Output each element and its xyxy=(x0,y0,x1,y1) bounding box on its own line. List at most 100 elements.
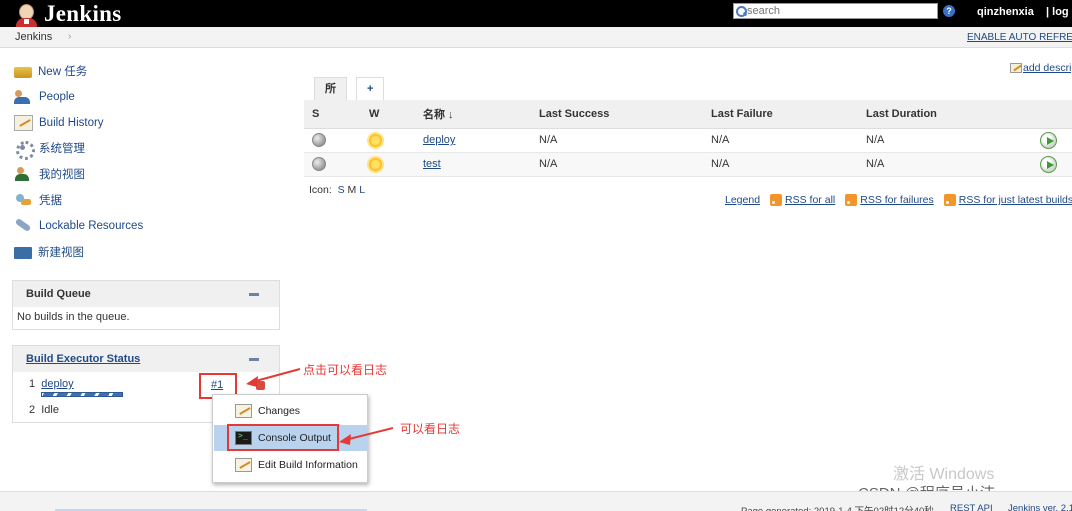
jobs-table: S W 名称 ↓ Last Success Last Failure Last … xyxy=(304,100,1072,177)
tab-add-view[interactable]: + xyxy=(356,77,385,100)
column-header-schedule xyxy=(1032,100,1072,129)
folder-icon xyxy=(14,247,32,259)
breadcrumb-chevron-icon[interactable]: › xyxy=(68,31,71,42)
column-header-name[interactable]: 名称 ↓ xyxy=(415,100,531,129)
rss-icon[interactable] xyxy=(770,194,783,206)
menu-item-edit-build-info[interactable]: Edit Build Information xyxy=(214,452,368,478)
menu-item-label: Changes xyxy=(258,405,301,417)
sidebar-item-credentials[interactable]: 凭据 xyxy=(14,191,62,209)
build-history-icon xyxy=(14,115,33,131)
jenkins-butler-icon xyxy=(14,1,38,27)
column-header-status[interactable]: S xyxy=(304,100,361,129)
weather-sunny-icon[interactable] xyxy=(369,133,382,147)
page-footer: Page generated: 2019-1-4 下午02时12分40秒 RES… xyxy=(0,491,1072,511)
job-link[interactable]: deploy xyxy=(423,134,455,146)
sidebar-item-label: New 任务 xyxy=(38,66,88,78)
sidebar-item-label: Lockable Resources xyxy=(39,220,144,232)
job-link[interactable]: test xyxy=(423,158,441,170)
icon-size-selector: Icon: S M L xyxy=(309,184,365,196)
menu-item-label: Edit Build Information xyxy=(258,459,358,471)
user-link[interactable]: qinzhenxia xyxy=(977,6,1034,18)
build-progress-bar[interactable] xyxy=(41,392,123,397)
build-queue-title: Build Queue xyxy=(26,288,91,300)
status-ball-icon[interactable] xyxy=(312,157,326,171)
new-job-icon xyxy=(14,67,32,78)
search-input[interactable] xyxy=(747,5,927,17)
column-header-last-failure[interactable]: Last Failure xyxy=(703,100,858,129)
rss-failures-link[interactable]: RSS for failures xyxy=(860,194,934,206)
build-queue-empty: No builds in the queue. xyxy=(17,311,130,323)
enable-auto-refresh-link[interactable]: ENABLE AUTO REFRESH xyxy=(967,32,1072,43)
sidebar-item-people[interactable]: People xyxy=(14,88,75,106)
last-duration-cell: N/A xyxy=(858,128,1032,153)
icon-size-label: Icon: xyxy=(309,184,332,196)
status-ball-icon[interactable] xyxy=(312,133,326,147)
executor-row-1: 1 deploy xyxy=(29,378,74,390)
build-executor-title[interactable]: Build Executor Status xyxy=(26,353,140,365)
executor-status: Idle xyxy=(41,404,59,416)
sidebar-item-label: 凭据 xyxy=(39,195,62,207)
logout-link[interactable]: | log out xyxy=(1046,6,1072,18)
schedule-build-icon[interactable] xyxy=(1040,155,1057,173)
credentials-icon xyxy=(14,192,33,208)
icon-size-m: M xyxy=(347,184,357,196)
breadcrumb-jenkins[interactable]: Jenkins xyxy=(15,31,52,43)
sidebar-item-new-job[interactable]: New 任务 xyxy=(14,62,87,80)
schedule-build-icon[interactable] xyxy=(1040,131,1057,149)
annotation-highlight-box xyxy=(227,424,339,451)
logo-text: Jenkins xyxy=(44,0,122,26)
sidebar-item-lockable-resources[interactable]: Lockable Resources xyxy=(14,217,143,235)
executor-job-link[interactable]: deploy xyxy=(41,378,73,390)
last-success-cell: N/A xyxy=(531,152,703,177)
table-header-row: S W 名称 ↓ Last Success Last Failure Last … xyxy=(304,100,1072,129)
edit-icon xyxy=(1010,63,1022,73)
executor-row-2: 2 Idle xyxy=(29,404,59,416)
windows-activation-watermark: 激活 Windows xyxy=(893,466,995,483)
help-icon[interactable]: ? xyxy=(943,5,955,17)
icon-size-l[interactable]: L xyxy=(359,184,365,196)
last-duration-cell: N/A xyxy=(858,152,1032,177)
last-success-cell: N/A xyxy=(531,128,703,153)
sidebar-item-build-history[interactable]: Build History xyxy=(14,114,104,132)
search-box[interactable] xyxy=(733,3,938,19)
table-row: deploy N/A N/A N/A xyxy=(304,128,1072,153)
rss-latest-link[interactable]: RSS for just latest builds xyxy=(959,194,1072,206)
last-failure-cell: N/A xyxy=(703,152,858,177)
build-queue-header: Build Queue xyxy=(13,281,279,307)
icon-size-s[interactable]: S xyxy=(338,184,345,196)
annotation-arrows xyxy=(246,368,394,445)
sidebar-item-manage[interactable]: 系统管理 xyxy=(14,139,85,160)
rss-icon[interactable] xyxy=(845,194,858,206)
menu-item-changes[interactable]: Changes xyxy=(214,398,368,424)
collapse-icon[interactable] xyxy=(249,293,259,296)
annotation-click-log: 点击可以看日志 xyxy=(303,363,388,377)
gear-icon xyxy=(14,140,35,160)
jenkins-version-link[interactable]: Jenkins ver. 2.1 xyxy=(1008,503,1072,511)
page-generated-text: Page generated: 2019-1-4 下午02时12分40秒 xyxy=(741,503,934,511)
column-header-last-duration[interactable]: Last Duration xyxy=(858,100,1032,129)
add-description-link[interactable]: add description xyxy=(1010,62,1072,74)
weather-sunny-icon[interactable] xyxy=(369,157,382,171)
table-row: test N/A N/A N/A xyxy=(304,152,1072,177)
collapse-icon[interactable] xyxy=(249,358,259,361)
rss-icon[interactable] xyxy=(943,194,956,206)
stop-build-icon[interactable] xyxy=(256,381,265,390)
notepad-icon xyxy=(235,404,252,418)
my-view-icon xyxy=(14,166,33,182)
tab-all[interactable]: 所有 xyxy=(314,77,347,117)
build-executor-header: Build Executor Status xyxy=(13,346,279,372)
last-failure-cell: N/A xyxy=(703,128,858,153)
sidebar-item-label: People xyxy=(39,91,75,103)
sidebar-item-new-view[interactable]: 新建视图 xyxy=(14,243,84,261)
sidebar-item-label: 新建视图 xyxy=(38,247,84,259)
sidebar-item-label: 系统管理 xyxy=(39,143,85,155)
notepad-icon xyxy=(235,458,252,472)
rest-api-link[interactable]: REST API xyxy=(950,503,993,511)
sidebar-item-my-views[interactable]: 我的视图 xyxy=(14,165,85,183)
build-queue-pane: Build Queue No builds in the queue. xyxy=(12,280,280,330)
legend-link[interactable]: Legend xyxy=(725,194,760,206)
rss-all-link[interactable]: RSS for all xyxy=(785,194,835,206)
column-header-last-success[interactable]: Last Success xyxy=(531,100,703,129)
jenkins-logo[interactable]: Jenkins xyxy=(14,0,122,27)
column-header-weather[interactable]: W xyxy=(361,100,415,129)
